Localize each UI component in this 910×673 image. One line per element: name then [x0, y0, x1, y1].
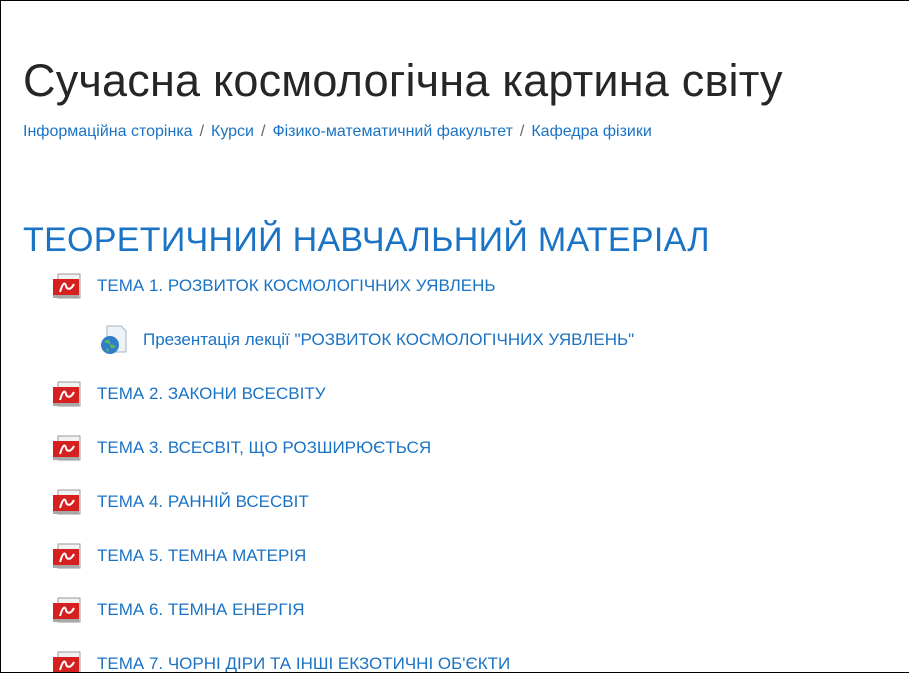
breadcrumb-item-faculty[interactable]: Фізико-математичний факультет: [272, 123, 512, 140]
pdf-icon: [53, 435, 81, 461]
breadcrumb-separator: /: [261, 123, 266, 140]
pdf-icon: [53, 489, 81, 515]
activity-label[interactable]: ТЕМА 6. ТЕМНА ЕНЕРГІЯ: [97, 600, 305, 620]
pdf-icon: [53, 651, 81, 672]
breadcrumb-item-courses[interactable]: Курси: [211, 123, 254, 140]
activity-label[interactable]: ТЕМА 3. ВСЕСВІТ, ЩО РОЗШИРЮЄТЬСЯ: [97, 438, 431, 458]
activity-topic-6[interactable]: ТЕМА 6. ТЕМНА ЕНЕРГІЯ: [51, 583, 634, 637]
activity-label[interactable]: ТЕМА 1. РОЗВИТОК КОСМОЛОГІЧНИХ УЯВЛЕНЬ: [97, 276, 496, 296]
activity-topic-7[interactable]: ТЕМА 7. ЧОРНІ ДІРИ ТА ІНШІ ЕКЗОТИЧНІ ОБ'…: [51, 637, 634, 672]
activity-label[interactable]: ТЕМА 7. ЧОРНІ ДІРИ ТА ІНШІ ЕКЗОТИЧНІ ОБ'…: [97, 654, 510, 672]
activity-topic-5[interactable]: ТЕМА 5. ТЕМНА МАТЕРІЯ: [51, 529, 634, 583]
activity-topic-4[interactable]: ТЕМА 4. РАННІЙ ВСЕСВІТ: [51, 475, 634, 529]
breadcrumb-separator: /: [519, 123, 525, 140]
activity-label[interactable]: ТЕМА 5. ТЕМНА МАТЕРІЯ: [97, 546, 306, 566]
activity-topic-1[interactable]: ТЕМА 1. РОЗВИТОК КОСМОЛОГІЧНИХ УЯВЛЕНЬ: [51, 259, 634, 313]
page-frame: Сучасна космологічна картина світу Інфор…: [0, 0, 909, 673]
pdf-icon: [53, 381, 81, 407]
breadcrumb-separator: /: [199, 123, 205, 140]
url-globe-icon: [101, 325, 127, 354]
activity-label[interactable]: Презентація лекції "РОЗВИТОК КОСМОЛОГІЧН…: [143, 330, 634, 350]
activity-label[interactable]: ТЕМА 2. ЗАКОНИ ВСЕСВІТУ: [97, 384, 326, 404]
activity-presentation-url[interactable]: Презентація лекції "РОЗВИТОК КОСМОЛОГІЧН…: [51, 313, 634, 367]
section-title: ТЕОРЕТИЧНИЙ НАВЧАЛЬНИЙ МАТЕРІАЛ: [23, 221, 710, 260]
page-title: Сучасна космологічна картина світу: [23, 55, 783, 107]
activity-topic-2[interactable]: ТЕМА 2. ЗАКОНИ ВСЕСВІТУ: [51, 367, 634, 421]
pdf-icon: [53, 597, 81, 623]
breadcrumb-item-department[interactable]: Кафедра фізики: [531, 123, 651, 140]
breadcrumb: Інформаційна сторінка / Курси / Фізико-матем…: [23, 123, 652, 141]
activity-list: ТЕМА 1. РОЗВИТОК КОСМОЛОГІЧНИХ УЯВЛЕНЬ П…: [51, 259, 634, 672]
activity-topic-3[interactable]: ТЕМА 3. ВСЕСВІТ, ЩО РОЗШИРЮЄТЬСЯ: [51, 421, 634, 475]
activity-label[interactable]: ТЕМА 4. РАННІЙ ВСЕСВІТ: [97, 492, 309, 512]
pdf-icon: [53, 543, 81, 569]
pdf-icon: [53, 273, 81, 299]
breadcrumb-item-info-page[interactable]: Інформаційна сторінка: [23, 123, 193, 140]
